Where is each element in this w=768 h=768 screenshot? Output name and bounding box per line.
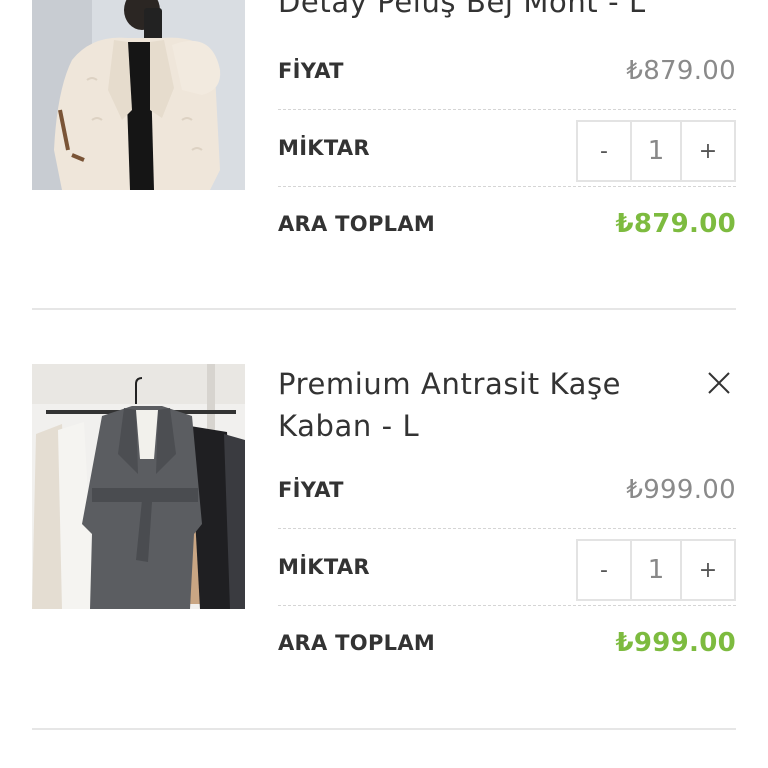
subtotal-label: ARA TOPLAM	[278, 631, 436, 655]
product-image[interactable]	[32, 364, 245, 609]
close-icon	[708, 372, 730, 394]
product-image[interactable]	[32, 0, 245, 190]
quantity-stepper: - 1 +	[576, 539, 736, 601]
item-divider	[32, 308, 736, 310]
cart-page: Detay Peluş Bej Mont - L FİYAT ₺879.00 M…	[0, 0, 768, 768]
product-title[interactable]: Detay Peluş Bej Mont - L	[278, 0, 678, 23]
product-title[interactable]: Premium Antrasit Kaşe Kaban - L	[278, 363, 678, 447]
quantity-row: MİKTAR - 1 +	[278, 110, 736, 187]
subtotal-label: ARA TOPLAM	[278, 212, 436, 236]
quantity-row: MİKTAR - 1 +	[278, 529, 736, 606]
subtotal-row: ARA TOPLAM ₺999.00	[278, 605, 736, 681]
remove-item-button[interactable]	[704, 368, 734, 398]
decrease-quantity-button[interactable]: -	[578, 122, 630, 180]
quantity-label: MİKTAR	[278, 555, 370, 579]
product-title-line: Kaban - L	[278, 409, 420, 443]
price-row: FİYAT ₺879.00	[278, 33, 736, 110]
decrease-quantity-button[interactable]: -	[578, 541, 630, 599]
quantity-label: MİKTAR	[278, 136, 370, 160]
price-row: FİYAT ₺999.00	[278, 452, 736, 529]
price-label: FİYAT	[278, 478, 344, 502]
increase-quantity-button[interactable]: +	[682, 122, 734, 180]
price-label: FİYAT	[278, 59, 344, 83]
product-photo-beige-coat	[32, 0, 245, 190]
unit-price: ₺879.00	[626, 56, 736, 86]
increase-quantity-button[interactable]: +	[682, 541, 734, 599]
quantity-input[interactable]: 1	[630, 541, 682, 599]
product-title-line: Premium Antrasit Kaşe	[278, 367, 622, 401]
product-photo-anthracite-coat	[32, 364, 245, 609]
subtotal-row: ARA TOPLAM ₺879.00	[278, 186, 736, 262]
subtotal-value: ₺999.00	[615, 628, 736, 658]
subtotal-value: ₺879.00	[615, 209, 736, 239]
quantity-input[interactable]: 1	[630, 122, 682, 180]
item-divider	[32, 728, 736, 730]
quantity-stepper: - 1 +	[576, 120, 736, 182]
unit-price: ₺999.00	[626, 475, 736, 505]
